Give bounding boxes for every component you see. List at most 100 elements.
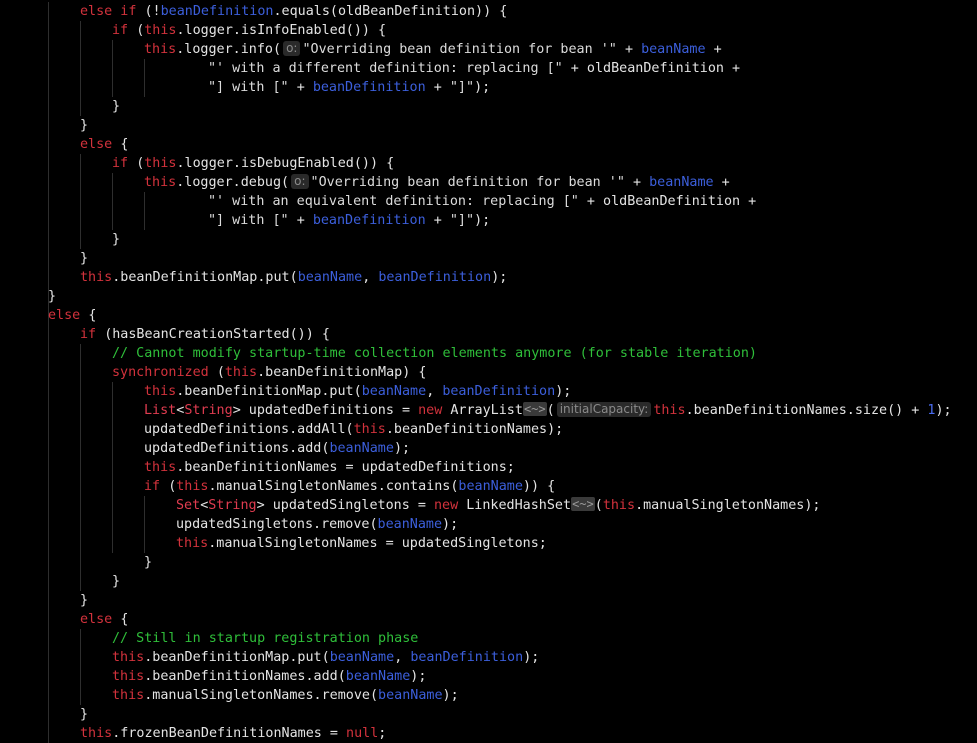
- folded-generic[interactable]: <~>: [571, 497, 595, 511]
- code-token: .manualSingletonNames);: [635, 498, 821, 513]
- code-token: (: [546, 403, 555, 418]
- keyword-token: else: [80, 612, 121, 627]
- code-token: );: [935, 403, 952, 418]
- code-line: this.manualSingletonNames.remove(beanNam…: [112, 686, 459, 705]
- code-line: }: [144, 553, 152, 572]
- keyword-token: new: [434, 498, 467, 513]
- parameter-hint[interactable]: initialCapacity:: [556, 402, 652, 417]
- code-line: if (this.manualSingletonNames.contains(b…: [144, 477, 555, 496]
- field-token: beanName: [329, 441, 394, 456]
- code-line: updatedDefinitions.addAll(this.beanDefin…: [144, 420, 563, 439]
- code-token: ,: [362, 270, 379, 285]
- indent-guide: [144, 496, 145, 553]
- code-token: {: [120, 137, 129, 152]
- code-token: );: [491, 270, 508, 285]
- keyword-token: null: [346, 726, 379, 741]
- code-token: }: [80, 707, 89, 722]
- field-token: beanName: [641, 42, 706, 57]
- keyword-token: this: [112, 669, 145, 684]
- code-line: // Cannot modify startup-time collection…: [112, 344, 757, 363]
- keyword-token: else: [48, 308, 89, 323]
- code-line: "] with [" + beanDefinition + "]");: [208, 211, 490, 230]
- parameter-hint[interactable]: o:: [283, 41, 301, 56]
- code-line: this.logger.debug(o: "Overriding bean def…: [144, 173, 730, 192]
- keyword-token: this: [80, 726, 113, 741]
- code-line: }: [112, 97, 120, 116]
- code-line: updatedDefinitions.add(beanName);: [144, 439, 410, 458]
- code-token: );: [474, 80, 491, 95]
- indent-guide: [80, 629, 81, 705]
- field-token: beanName: [378, 688, 443, 703]
- keyword-token: this: [144, 156, 177, 171]
- code-line: List<String> updatedDefinitions = new Ar…: [144, 401, 952, 420]
- keyword-token: if: [112, 23, 137, 38]
- comment-token: // Cannot modify startup-time collection…: [112, 346, 757, 361]
- keyword-token: if: [144, 479, 169, 494]
- code-token: );: [442, 517, 459, 532]
- code-line: else {: [48, 306, 96, 325]
- code-token: updatedSingletons.remove(: [176, 517, 378, 532]
- code-token: {: [120, 612, 129, 627]
- keyword-token: this: [653, 403, 686, 418]
- keyword-token: this: [176, 536, 209, 551]
- keyword-token: this: [176, 479, 209, 494]
- field-token: beanName: [297, 270, 363, 285]
- code-token: .beanDefinitionNames);: [385, 422, 564, 437]
- indent-guide: [48, 325, 49, 743]
- keyword-token: this: [144, 23, 177, 38]
- code-line: this.logger.info(o: "Overriding bean defi…: [144, 40, 722, 59]
- code-token: }: [48, 289, 57, 304]
- keyword-token: else if: [80, 4, 145, 19]
- keyword-token: this: [80, 270, 113, 285]
- folded-generic[interactable]: <~>: [522, 402, 547, 416]
- indent-guide: [48, 2, 49, 325]
- keyword-token: this: [602, 498, 636, 513]
- field-token: beanDefinition: [312, 213, 426, 228]
- comment-token: // Still in startup registration phase: [112, 631, 419, 646]
- string-token: "Overriding bean definition for bean '": [310, 175, 633, 190]
- code-token: .equals(oldBeanDefinition)) {: [273, 4, 508, 19]
- code-token: }: [80, 251, 89, 266]
- code-token: +: [624, 42, 642, 57]
- code-token: }: [112, 574, 121, 589]
- keyword-token: synchronized: [112, 365, 217, 380]
- code-line: this.beanDefinitionMap.put(beanName, bea…: [112, 648, 539, 667]
- field-token: beanDefinition: [378, 270, 492, 285]
- indent-guide: [112, 173, 113, 230]
- code-line: this.frozenBeanDefinitionNames = null;: [80, 724, 386, 743]
- string-token: "' with an equivalent definition: replac…: [208, 194, 587, 209]
- code-editor[interactable]: else if (! beanDefinition .equals(oldBeanD…: [0, 0, 977, 743]
- code-token: );: [555, 384, 572, 399]
- string-token: "]": [449, 213, 475, 228]
- indent-guide: [112, 382, 113, 553]
- parameter-hint[interactable]: o:: [291, 174, 309, 189]
- code-line: }: [112, 230, 120, 249]
- code-line: }: [112, 572, 120, 591]
- keyword-token: this: [112, 650, 145, 665]
- string-token: "' with a different definition: replacin…: [208, 61, 571, 76]
- code-token: > updatedSingletons =: [256, 498, 434, 513]
- code-token: );: [523, 650, 540, 665]
- indent-guide: [144, 59, 145, 97]
- code-token: }: [80, 593, 89, 608]
- field-token: beanDefinition: [442, 384, 556, 399]
- code-line: this.beanDefinitionNames.add(beanName);: [112, 667, 426, 686]
- string-token: "]": [449, 80, 475, 95]
- code-token: .beanDefinitionMap) {: [257, 365, 427, 380]
- code-token: .beanDefinitionMap.put(: [176, 384, 362, 399]
- code-token: ,: [394, 650, 411, 665]
- code-line: }: [80, 591, 88, 610]
- indent-guide: [112, 40, 113, 97]
- code-line: this.beanDefinitionNames = updatedDefini…: [144, 458, 515, 477]
- string-token: "] with [": [208, 213, 297, 228]
- code-token: ,: [426, 384, 443, 399]
- field-token: beanName: [377, 517, 443, 532]
- code-line: "' with an equivalent definition: replac…: [208, 192, 756, 211]
- keyword-token: this: [224, 365, 258, 380]
- code-token: .logger.debug(: [176, 175, 290, 190]
- code-token: (: [594, 498, 603, 513]
- code-line: synchronized (this.beanDefinitionMap) {: [112, 363, 426, 382]
- code-line: else {: [80, 610, 128, 629]
- code-line: if (this.logger.isDebugEnabled()) {: [112, 154, 394, 173]
- code-token: (!: [144, 4, 161, 19]
